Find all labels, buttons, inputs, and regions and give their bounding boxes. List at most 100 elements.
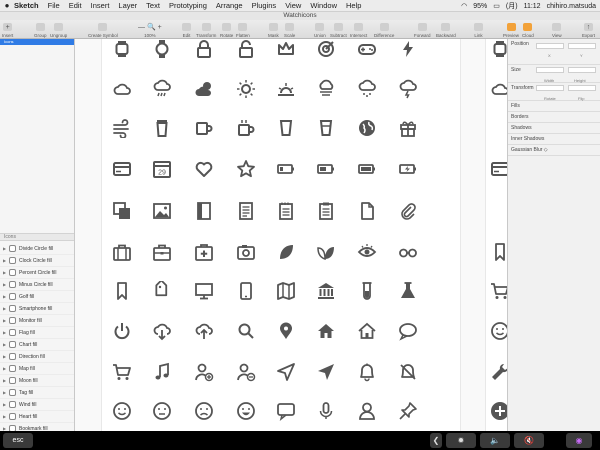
layer-row[interactable]: ▶ Direction fill (0, 351, 74, 363)
x-field[interactable] (536, 43, 564, 49)
mask-button[interactable]: Mask (268, 20, 279, 39)
borders-section[interactable]: Borders (508, 112, 600, 123)
menu-layer[interactable]: Layer (118, 1, 137, 10)
bookmark-icon[interactable] (490, 242, 507, 262)
menu-plugins[interactable]: Plugins (252, 1, 277, 10)
crown-icon[interactable] (276, 39, 296, 59)
disclosure-triangle-icon[interactable]: ▶ (0, 270, 9, 275)
microphone-icon[interactable] (316, 401, 336, 421)
clock[interactable]: 11:12 (524, 3, 541, 10)
credit-card-icon[interactable] (490, 159, 507, 179)
layer-row[interactable]: ▶ Percent Circle fill (0, 267, 74, 279)
music-note-icon[interactable] (152, 362, 172, 382)
selected-page-row[interactable]: Icons (0, 39, 74, 45)
monitor-icon[interactable] (194, 281, 214, 301)
map-icon[interactable] (276, 281, 296, 301)
intersect-button[interactable]: Intersect (350, 20, 367, 39)
smile-icon[interactable] (490, 321, 507, 341)
menu-insert[interactable]: Insert (91, 1, 110, 10)
preview-button[interactable]: Preview (503, 20, 519, 39)
document-text-icon[interactable] (236, 201, 256, 221)
layer-row[interactable]: ▶ Minus Circle fill (0, 279, 74, 291)
canvas[interactable]: 29 (75, 39, 507, 431)
cloud-download-icon[interactable] (152, 321, 172, 341)
map-pin-icon[interactable] (276, 321, 296, 341)
smile-icon[interactable] (112, 401, 132, 421)
width-field[interactable] (536, 67, 564, 73)
ungroup-button[interactable]: Ungroup (50, 20, 67, 39)
power-icon[interactable] (112, 321, 132, 341)
storm-cloud-icon[interactable] (398, 79, 418, 99)
layer-row[interactable]: ▶ Chart fill (0, 339, 74, 351)
home-icon[interactable] (316, 321, 336, 341)
first-aid-icon[interactable] (194, 242, 214, 262)
battery-icon[interactable]: ▭ (493, 2, 500, 10)
bell-icon[interactable] (357, 362, 377, 382)
artboard-partial[interactable] (485, 39, 507, 431)
bell-off-icon[interactable] (398, 362, 418, 382)
layer-row[interactable]: ▶ Tag fill (0, 387, 74, 399)
chat-icon[interactable] (276, 401, 296, 421)
menu-text[interactable]: Text (146, 1, 160, 10)
layer-row[interactable]: ▶ Monitor fill (0, 315, 74, 327)
disclosure-triangle-icon[interactable]: ▶ (0, 366, 9, 371)
scale-button[interactable]: Scale (284, 20, 295, 39)
cloud-upload-icon[interactable] (194, 321, 214, 341)
disclosure-triangle-icon[interactable]: ▶ (0, 354, 9, 359)
layer-row[interactable]: ▶ Flag fill (0, 327, 74, 339)
flask-icon[interactable] (398, 281, 418, 301)
layer-row[interactable]: ▶ Smartphone fill (0, 303, 74, 315)
image-icon[interactable] (152, 201, 172, 221)
battery-full-icon[interactable] (357, 159, 377, 179)
menu-file[interactable]: File (48, 1, 60, 10)
rotate-button[interactable]: Rotate (220, 20, 233, 39)
y-field[interactable] (568, 43, 596, 49)
flip-buttons[interactable] (568, 85, 596, 91)
tag-icon[interactable] (152, 281, 172, 301)
wrench-icon[interactable] (490, 362, 507, 382)
inner-shadows-section[interactable]: Inner Shadows (508, 134, 600, 145)
happy-face-icon[interactable] (236, 401, 256, 421)
clipboard-icon[interactable] (316, 201, 336, 221)
zoom-control[interactable]: — 🔍 +100% (138, 20, 162, 39)
menu-sketch[interactable]: Sketch (14, 1, 39, 10)
menu-window[interactable]: Window (310, 1, 337, 10)
paperclip-icon[interactable] (398, 201, 418, 221)
cloud-button[interactable]: Cloud (522, 20, 534, 39)
calendar-icon[interactable]: 29 (152, 159, 172, 179)
union-button[interactable]: Union (314, 20, 326, 39)
layer-row[interactable]: ▶ Divide Circle fill (0, 243, 74, 255)
rain-cloud-icon[interactable] (152, 79, 172, 99)
subtract-button[interactable]: Subtract (330, 20, 347, 39)
toolbox-icon[interactable] (152, 242, 172, 262)
add-circle-icon[interactable] (490, 401, 507, 421)
sun-icon[interactable] (236, 79, 256, 99)
copy-icon[interactable] (112, 201, 132, 221)
bank-icon[interactable] (316, 281, 336, 301)
siri-icon[interactable]: ◉ (566, 433, 592, 448)
menu-edit[interactable]: Edit (69, 1, 82, 10)
bookmark-icon[interactable] (112, 281, 132, 301)
mug-icon[interactable] (194, 118, 214, 138)
home-outline-icon[interactable] (357, 321, 377, 341)
layer-row[interactable]: ▶ Golf fill (0, 291, 74, 303)
forward-button[interactable]: Forward (414, 20, 431, 39)
view-button[interactable]: View (552, 20, 562, 39)
shadows-section[interactable]: Shadows (508, 123, 600, 134)
disclosure-triangle-icon[interactable]: ▶ (0, 246, 9, 251)
fills-section[interactable]: Fills (508, 101, 600, 112)
layer-row[interactable]: ▶ Heart fill (0, 411, 74, 423)
leaves-icon[interactable] (316, 242, 336, 262)
disclosure-triangle-icon[interactable]: ▶ (0, 378, 9, 383)
hot-mug-icon[interactable] (236, 118, 256, 138)
disclosure-triangle-icon[interactable]: ▶ (0, 402, 9, 407)
lock-icon[interactable] (194, 39, 214, 59)
search-icon[interactable] (236, 321, 256, 341)
gift-icon[interactable] (398, 118, 418, 138)
cloud-icon[interactable] (112, 79, 132, 99)
transform-button[interactable]: Transform (196, 20, 216, 39)
zoom-buttons[interactable]: — 🔍 + (138, 23, 162, 31)
watch-icon[interactable] (112, 39, 132, 59)
disclosure-triangle-icon[interactable]: ▶ (0, 318, 9, 323)
gaussian-blur-section[interactable]: Gaussian Blur ◇ (508, 145, 600, 156)
